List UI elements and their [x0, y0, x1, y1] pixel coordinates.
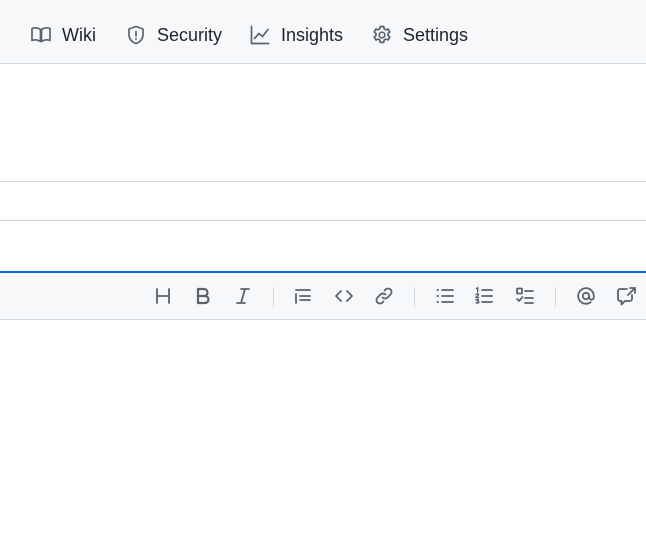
mention-icon — [577, 287, 595, 305]
bold-button[interactable] — [192, 285, 214, 307]
tab-wiki[interactable]: Wiki — [30, 22, 96, 48]
markdown-toolbar — [0, 271, 646, 320]
link-button[interactable] — [373, 285, 395, 307]
section-divider — [0, 181, 646, 182]
comment-textarea[interactable] — [0, 320, 646, 541]
reference-icon — [617, 287, 636, 306]
unordered-list-icon — [436, 288, 454, 304]
code-button[interactable] — [333, 285, 355, 307]
gear-icon — [371, 24, 393, 46]
ordered-list-icon — [475, 287, 493, 304]
quote-icon — [295, 289, 311, 304]
graph-icon — [249, 24, 271, 46]
heading-button[interactable] — [152, 285, 174, 307]
link-icon — [375, 287, 393, 305]
tab-wiki-label: Wiki — [62, 24, 96, 45]
code-icon — [335, 290, 353, 302]
mention-button[interactable] — [575, 285, 597, 307]
tab-security-label: Security — [157, 24, 223, 45]
tab-settings[interactable]: Settings — [371, 22, 468, 48]
book-icon — [30, 24, 52, 46]
ordered-list-button[interactable] — [473, 285, 495, 307]
tab-insights[interactable]: Insights — [249, 22, 343, 48]
page: Wiki Security Insights Settings — [0, 0, 646, 541]
italic-icon — [236, 288, 250, 304]
shield-icon — [125, 24, 147, 46]
section-divider — [0, 220, 646, 221]
repo-nav: Wiki Security Insights Settings — [0, 0, 646, 64]
tab-insights-label: Insights — [281, 24, 344, 45]
toolbar-separator — [555, 287, 556, 307]
task-list-icon — [516, 287, 534, 304]
task-list-button[interactable] — [514, 285, 536, 307]
tab-settings-label: Settings — [403, 24, 469, 45]
reference-button[interactable] — [615, 285, 637, 307]
tab-security[interactable]: Security — [125, 22, 222, 48]
unordered-list-button[interactable] — [434, 285, 456, 307]
italic-button[interactable] — [232, 285, 254, 307]
heading-icon — [156, 288, 170, 304]
toolbar-separator — [273, 287, 274, 307]
bold-icon — [196, 287, 210, 305]
quote-button[interactable] — [292, 285, 314, 307]
toolbar-separator — [414, 287, 415, 307]
